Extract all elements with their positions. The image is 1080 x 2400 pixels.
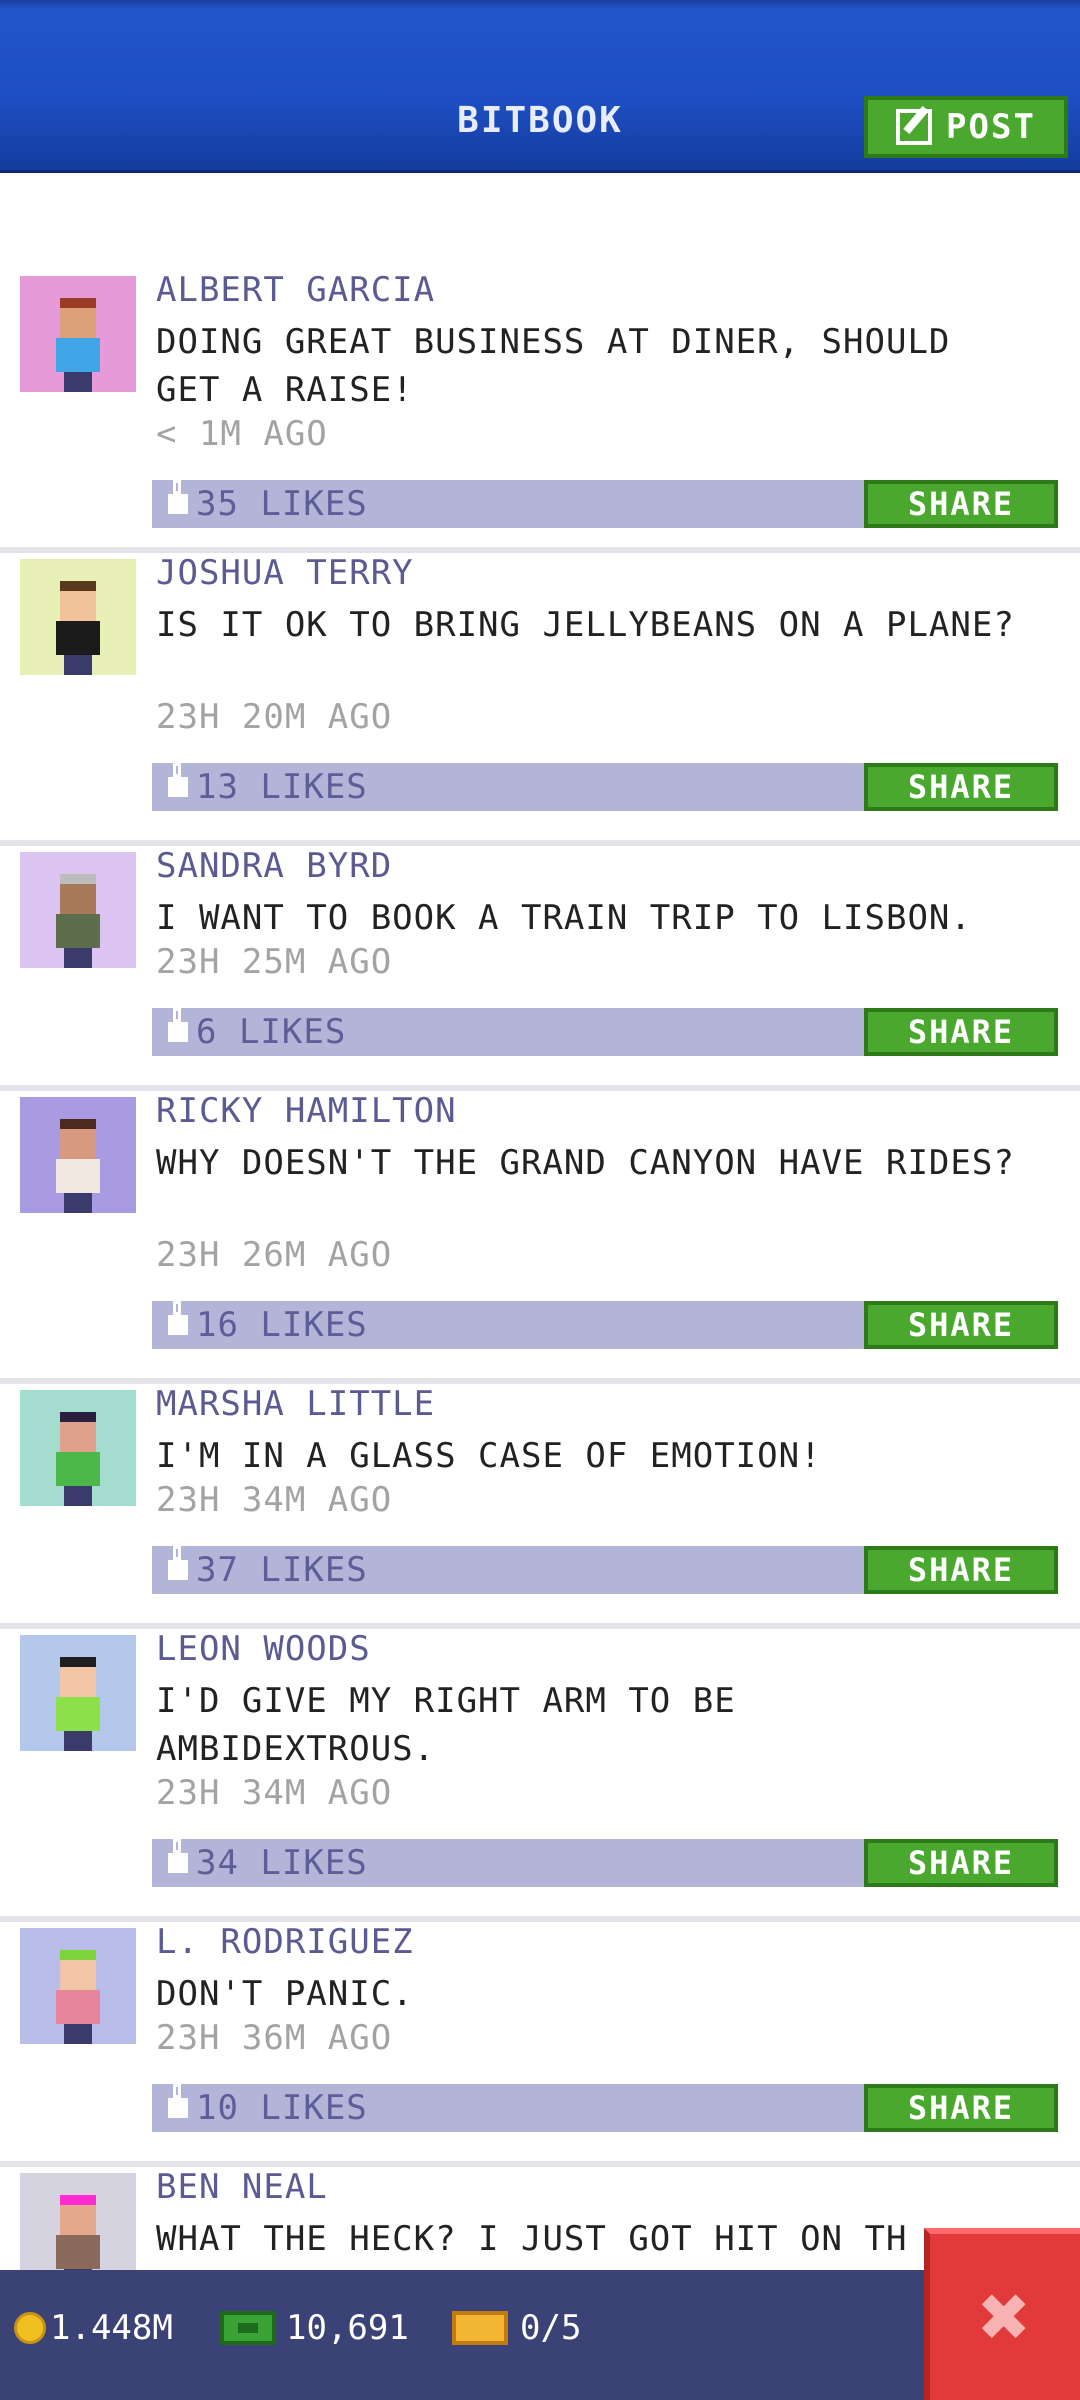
share-button[interactable]: SHARE: [864, 1546, 1058, 1594]
like-count: 35 LIKES: [196, 484, 368, 524]
post-author[interactable]: BEN NEAL: [156, 2167, 328, 2207]
list-item: RICKY HAMILTON WHY DOESN'T THE GRAND CAN…: [0, 1091, 1080, 1384]
post-message: I'D GIVE MY RIGHT ARM TO BE AMBIDEXTROUS…: [156, 1681, 736, 1769]
list-item: ALBERT GARCIA DOING GREAT BUSINESS AT DI…: [0, 270, 1080, 553]
post-time: 23H 20M AGO: [156, 697, 393, 737]
bux-value: 10,691: [286, 2308, 409, 2348]
avatar: [20, 276, 136, 392]
share-button[interactable]: SHARE: [864, 1301, 1058, 1349]
thumbs-up-icon: [168, 1008, 188, 1042]
post-author[interactable]: MARSHA LITTLE: [156, 1384, 435, 1424]
post-author[interactable]: L. RODRIGUEZ: [156, 1922, 414, 1962]
post-author[interactable]: RICKY HAMILTON: [156, 1091, 457, 1131]
list-item: SANDRA BYRD I WANT TO BOOK A TRAIN TRIP …: [0, 846, 1080, 1091]
list-item: L. RODRIGUEZ DON'T PANIC. 23H 36M AGO 10…: [0, 1922, 1080, 2167]
like-count: 34 LIKES: [196, 1843, 368, 1883]
post-feed: ALBERT GARCIA DOING GREAT BUSINESS AT DI…: [0, 270, 1080, 2367]
post-time: < 1M AGO: [156, 414, 328, 454]
avatar: [20, 1928, 136, 2044]
like-bar[interactable]: 16 LIKES: [152, 1301, 866, 1349]
thumbs-up-icon: [168, 763, 188, 797]
post-time: 23H 34M AGO: [156, 1773, 393, 1813]
tickets-counter: 0/5: [452, 2298, 581, 2358]
post-message: I'M IN A GLASS CASE OF EMOTION!: [156, 1436, 822, 1476]
like-bar[interactable]: 35 LIKES: [152, 480, 866, 528]
list-item: JOSHUA TERRY IS IT OK TO BRING JELLYBEAN…: [0, 553, 1080, 846]
thumbs-up-icon: [168, 1301, 188, 1335]
like-count: 10 LIKES: [196, 2088, 368, 2128]
share-button[interactable]: SHARE: [864, 480, 1058, 528]
post-time: 23H 25M AGO: [156, 942, 393, 982]
ticket-icon: [452, 2311, 508, 2345]
list-item: MARSHA LITTLE I'M IN A GLASS CASE OF EMO…: [0, 1384, 1080, 1629]
post-message: WHAT THE HECK? I JUST GOT HIT ON TH: [156, 2219, 908, 2259]
coins-counter: 1.448M: [14, 2298, 173, 2358]
post-button[interactable]: POST: [864, 96, 1068, 158]
avatar: [20, 1097, 136, 1213]
post-message: I WANT TO BOOK A TRAIN TRIP TO LISBON.: [156, 898, 972, 938]
status-bar: 1.448M 10,691 0/5: [0, 2270, 1080, 2400]
post-author[interactable]: SANDRA BYRD: [156, 846, 392, 886]
avatar: [20, 559, 136, 675]
edit-icon: [896, 109, 933, 145]
like-bar[interactable]: 13 LIKES: [152, 763, 866, 811]
post-message: IS IT OK TO BRING JELLYBEANS ON A PLANE?: [156, 605, 1015, 645]
like-bar[interactable]: 37 LIKES: [152, 1546, 866, 1594]
list-item: LEON WOODS I'D GIVE MY RIGHT ARM TO BE A…: [0, 1629, 1080, 1922]
post-time: 23H 26M AGO: [156, 1235, 393, 1275]
thumbs-up-icon: [168, 1546, 188, 1580]
close-button[interactable]: ✖: [924, 2228, 1080, 2400]
close-icon: ✖: [979, 2267, 1031, 2367]
post-message: WHY DOESN'T THE GRAND CANYON HAVE RIDES?: [156, 1143, 1015, 1183]
like-bar[interactable]: 10 LIKES: [152, 2084, 866, 2132]
avatar: [20, 852, 136, 968]
thumbs-up-icon: [168, 1839, 188, 1873]
thumbs-up-icon: [168, 480, 188, 514]
app-header: BITBOOK POST: [0, 0, 1080, 173]
like-count: 37 LIKES: [196, 1550, 368, 1590]
thumbs-up-icon: [168, 2084, 188, 2118]
post-message: DON'T PANIC.: [156, 1974, 414, 2014]
like-count: 6 LIKES: [196, 1012, 347, 1052]
post-author[interactable]: LEON WOODS: [156, 1629, 371, 1669]
avatar: [20, 1635, 136, 1751]
like-count: 13 LIKES: [196, 767, 368, 807]
post-time: 23H 36M AGO: [156, 2018, 393, 2058]
coins-value: 1.448M: [50, 2308, 173, 2348]
share-button[interactable]: SHARE: [864, 2084, 1058, 2132]
post-author[interactable]: ALBERT GARCIA: [156, 270, 435, 310]
share-button[interactable]: SHARE: [864, 1008, 1058, 1056]
share-button[interactable]: SHARE: [864, 1839, 1058, 1887]
like-bar[interactable]: 34 LIKES: [152, 1839, 866, 1887]
like-bar[interactable]: 6 LIKES: [152, 1008, 866, 1056]
share-button[interactable]: SHARE: [864, 763, 1058, 811]
post-label: POST: [946, 107, 1036, 147]
cash-icon: [220, 2311, 276, 2345]
like-count: 16 LIKES: [196, 1305, 368, 1345]
avatar: [20, 1390, 136, 1506]
tickets-value: 0/5: [520, 2308, 582, 2348]
coin-icon: [14, 2312, 46, 2344]
post-time: 23H 34M AGO: [156, 1480, 393, 1520]
post-author[interactable]: JOSHUA TERRY: [156, 553, 414, 593]
bux-counter: 10,691: [220, 2298, 409, 2358]
post-message: DOING GREAT BUSINESS AT DINER, SHOULD GE…: [156, 322, 951, 410]
